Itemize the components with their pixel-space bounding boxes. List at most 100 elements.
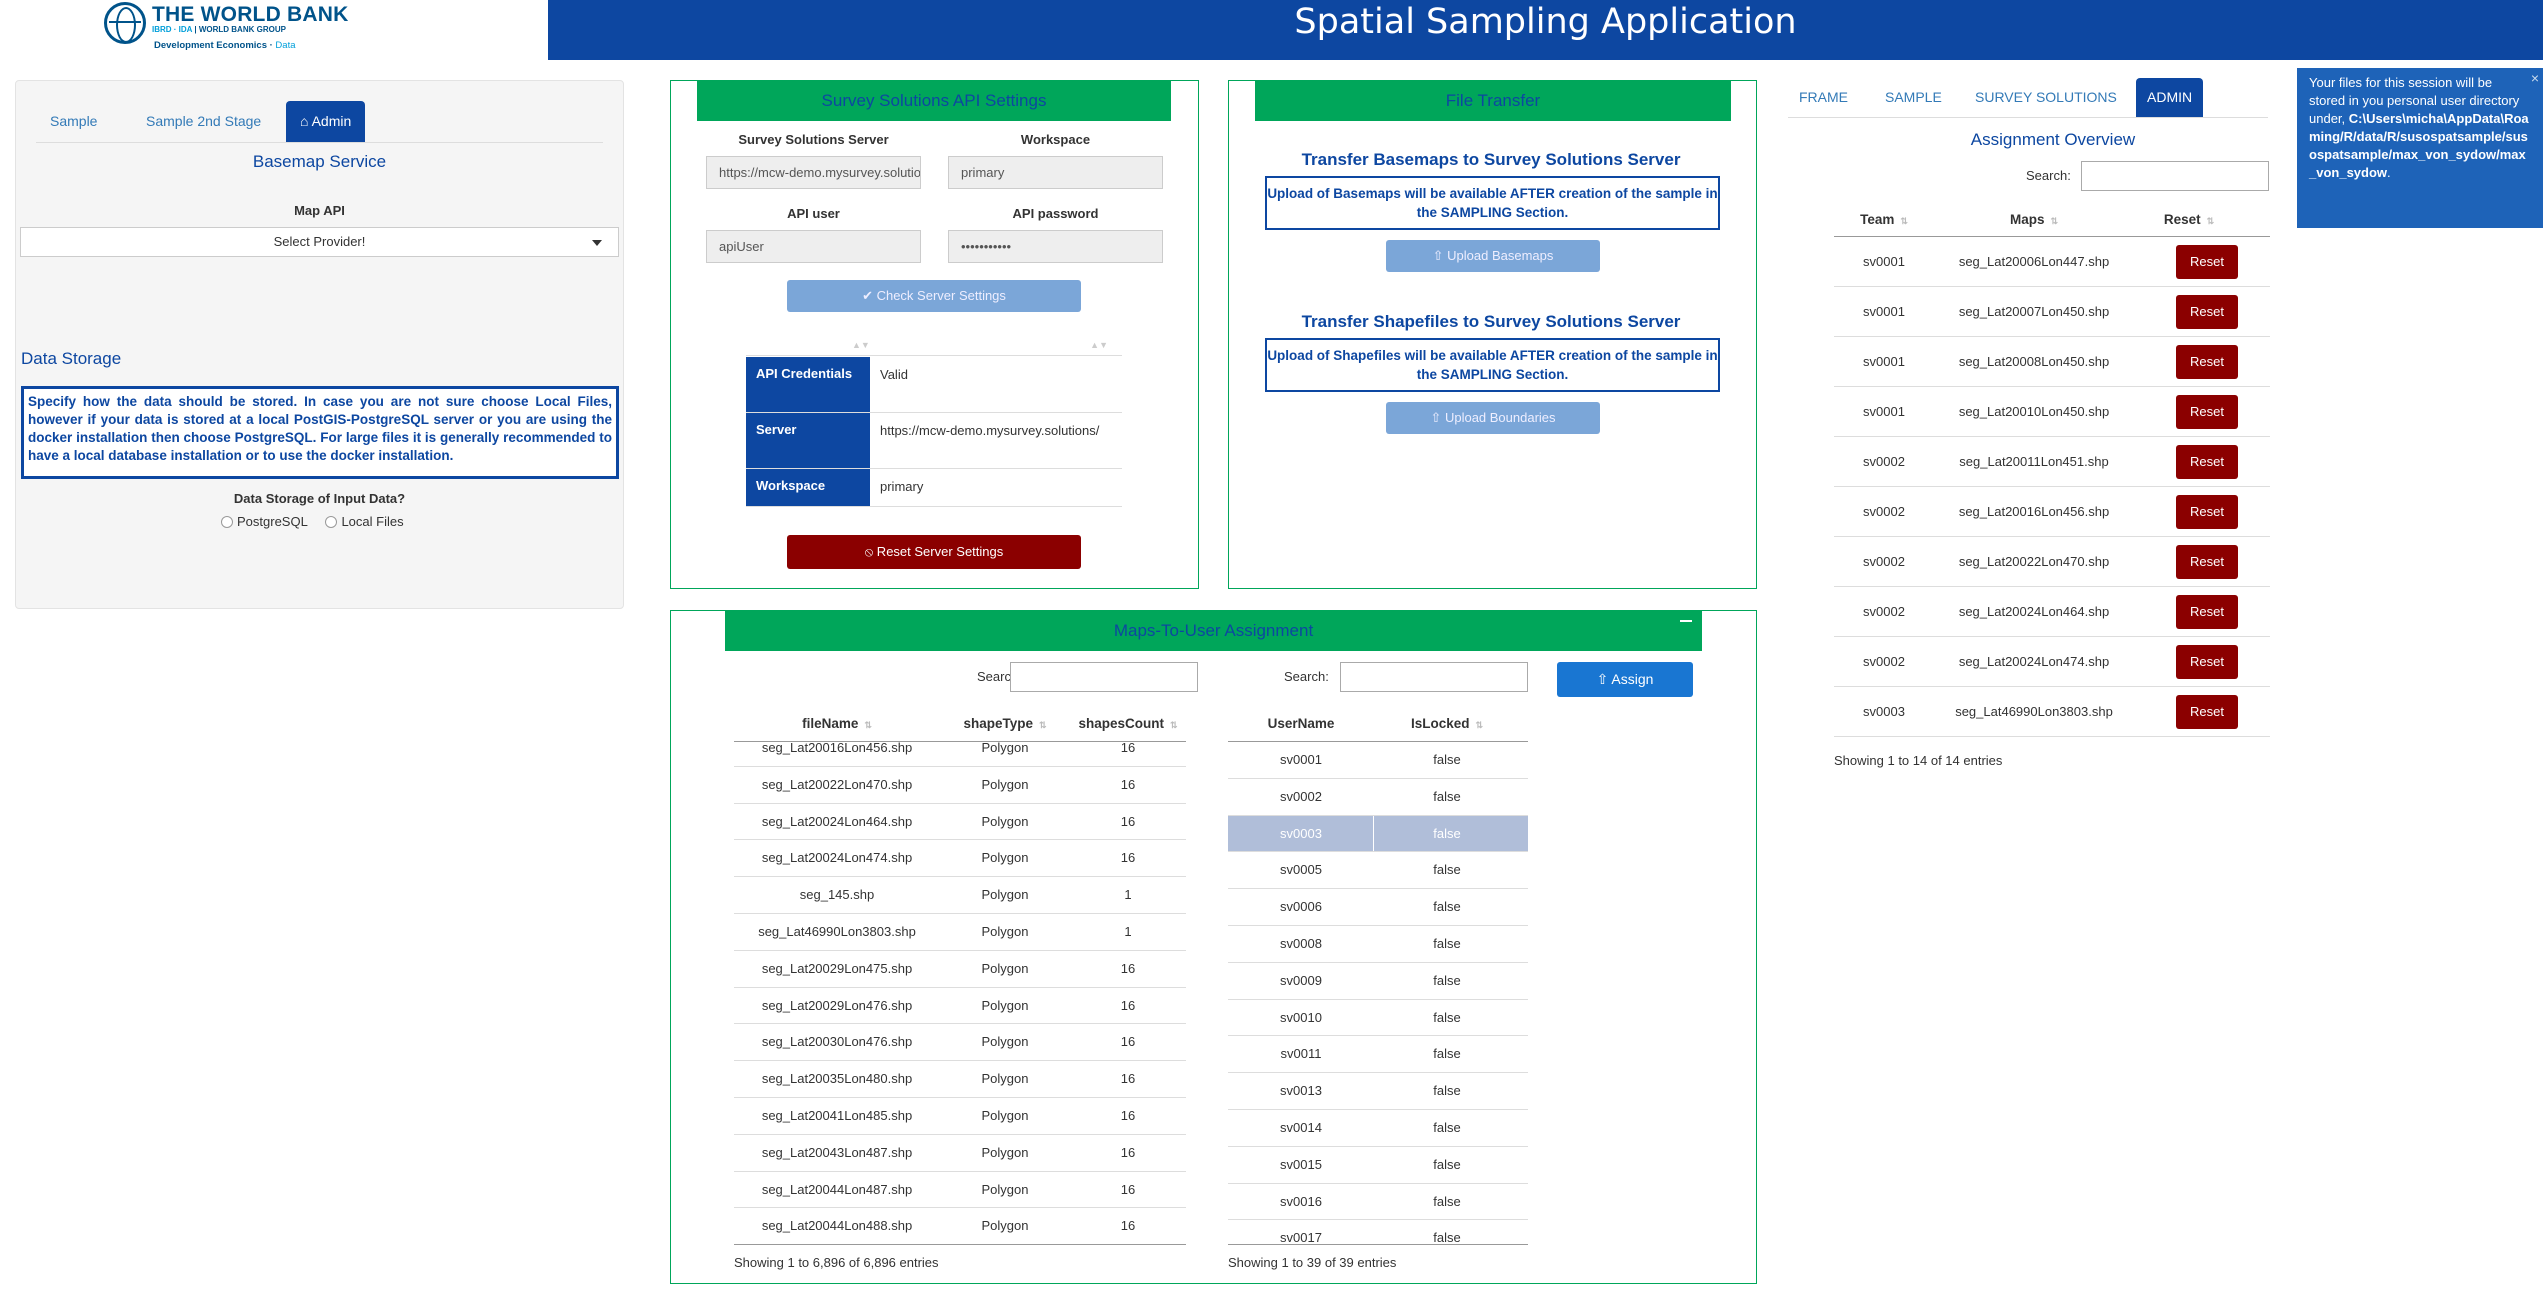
table-row[interactable]: seg_Lat20030Lon476.shp Polygon 16 — [734, 1024, 1186, 1062]
table-row[interactable]: seg_Lat20029Lon475.shp Polygon 16 — [734, 951, 1186, 988]
username-cell: sv0006 — [1280, 899, 1322, 915]
workspace-input[interactable]: primary — [948, 156, 1163, 189]
table-row: sv0003 seg_Lat46990Lon3803.shp Reset — [1834, 687, 2270, 737]
collapse-icon[interactable] — [1680, 620, 1692, 622]
team-cell: sv0001 — [1863, 304, 1905, 319]
maps-search-input[interactable] — [1010, 662, 1198, 692]
col-islocked[interactable]: IsLocked ⇅ — [1374, 716, 1520, 731]
table-row[interactable]: sv0001 false — [1228, 742, 1528, 779]
tab-admin[interactable]: ⌂ Admin — [286, 101, 366, 142]
users-table-body: sv0001 false sv0002 false sv0003 false sv0005 f… — [1228, 742, 1528, 1244]
table-row[interactable]: seg_Lat20022Lon470.shp Polygon 16 — [734, 767, 1186, 804]
table-row[interactable]: seg_Lat20035Lon480.shp Polygon 16 — [734, 1061, 1186, 1098]
reset-assignment-button[interactable]: Reset — [2176, 645, 2238, 679]
reset-assignment-button[interactable]: Reset — [2176, 395, 2238, 429]
radio-postgresql[interactable]: PostgreSQL — [221, 514, 308, 529]
reset-assignment-button[interactable]: Reset — [2176, 595, 2238, 629]
col-shapetype[interactable]: shapeType ⇅ — [940, 716, 1070, 731]
shapescount-cell: 16 — [1120, 813, 1136, 829]
table-row[interactable]: sv0008 false — [1228, 926, 1528, 963]
table-row[interactable]: sv0011 false — [1228, 1036, 1528, 1074]
filename-cell: seg_Lat20024Lon474.shp — [761, 850, 913, 866]
radio-local-files[interactable]: Local Files — [325, 514, 404, 529]
table-row[interactable]: seg_Lat20041Lon485.shp Polygon 16 — [734, 1098, 1186, 1135]
credentials-row: API Credentials Valid — [746, 357, 1122, 413]
shapetype-cell: Polygon — [981, 887, 1029, 903]
file-transfer-title: File Transfer — [1255, 80, 1731, 121]
reset-assignment-button[interactable]: Reset — [2176, 245, 2238, 279]
logo-subtitle: IBRD · IDA | WORLD BANK GROUP — [152, 25, 286, 34]
api-user-input[interactable]: apiUser — [706, 230, 921, 263]
reset-assignment-button[interactable]: Reset — [2176, 495, 2238, 529]
tab-sample[interactable]: Sample — [36, 101, 111, 142]
tab-admin-upper[interactable]: ADMIN — [2136, 78, 2204, 117]
server-input[interactable]: https://mcw-demo.mysurvey.solutions/ — [706, 156, 921, 189]
credentials-value: Valid — [880, 367, 908, 382]
table-row[interactable]: seg_Lat20029Lon476.shp Polygon 16 — [734, 988, 1186, 1025]
table-row[interactable]: sv0005 false — [1228, 852, 1528, 890]
team-cell: sv0002 — [1863, 504, 1905, 519]
tab-survey-solutions[interactable]: SURVEY SOLUTIONS — [1964, 78, 2128, 117]
col-team[interactable]: Team ⇅ — [1834, 212, 1934, 227]
shapescount-cell: 16 — [1120, 776, 1136, 792]
reset-assignment-button[interactable]: Reset — [2176, 545, 2238, 579]
reset-assignment-button[interactable]: Reset — [2176, 345, 2238, 379]
workspace-row: Workspace primary — [746, 469, 1122, 507]
basemaps-note: Upload of Basemaps will be available AFT… — [1265, 176, 1720, 230]
table-row[interactable]: sv0002 false — [1228, 779, 1528, 816]
col-filename[interactable]: fileName ⇅ — [734, 716, 940, 731]
islocked-cell: false — [1433, 752, 1461, 767]
shapetype-cell: Polygon — [981, 960, 1029, 976]
users-table-info: Showing 1 to 39 of 39 entries — [1228, 1255, 1397, 1270]
table-row[interactable]: seg_145.shp Polygon 1 — [734, 877, 1186, 914]
reset-assignment-button[interactable]: Reset — [2176, 295, 2238, 329]
api-password-input[interactable]: ••••••••••• — [948, 230, 1163, 263]
table-row[interactable]: sv0003 false — [1228, 815, 1528, 853]
table-row[interactable]: sv0014 false — [1228, 1110, 1528, 1147]
table-row[interactable]: sv0015 false — [1228, 1147, 1528, 1184]
upload-boundaries-button[interactable]: ⇧ Upload Boundaries — [1386, 402, 1600, 434]
upload-basemaps-button[interactable]: ⇧ Upload Basemaps — [1386, 240, 1600, 272]
table-row[interactable]: seg_Lat46990Lon3803.shp Polygon 1 — [734, 914, 1186, 951]
shapescount-cell: 16 — [1120, 742, 1136, 755]
table-row[interactable]: sv0017 false — [1228, 1220, 1528, 1244]
check-server-settings-button[interactable]: ✔ Check Server Settings — [787, 280, 1081, 312]
col-shapescount[interactable]: shapesCount ⇅ — [1070, 716, 1186, 731]
reset-assignment-button[interactable]: Reset — [2176, 445, 2238, 479]
islocked-cell: false — [1433, 1119, 1461, 1135]
reset-assignment-button[interactable]: Reset — [2176, 695, 2238, 729]
tab-sample-upper[interactable]: SAMPLE — [1874, 78, 1953, 117]
tab-sample-2nd-stage[interactable]: Sample 2nd Stage — [132, 101, 275, 142]
table-row[interactable]: seg_Lat20024Lon464.shp Polygon 16 — [734, 804, 1186, 841]
map-api-select[interactable]: Select Provider! — [20, 227, 619, 257]
table-row[interactable]: sv0010 false — [1228, 1000, 1528, 1037]
shapetype-cell: Polygon — [981, 1107, 1029, 1123]
table-row[interactable]: seg_Lat20043Lon487.shp Polygon 16 — [734, 1135, 1186, 1172]
islocked-cell: false — [1433, 825, 1461, 841]
table-row[interactable]: sv0016 false — [1228, 1184, 1528, 1221]
table-row[interactable]: sv0009 false — [1228, 963, 1528, 1000]
reset-server-settings-button[interactable]: ⦸ Reset Server Settings — [787, 535, 1081, 569]
col-reset[interactable]: Reset ⇅ — [2134, 212, 2244, 227]
table-row[interactable]: seg_Lat20016Lon456.shp Polygon 16 — [734, 742, 1186, 767]
credentials-key: API Credentials — [746, 357, 870, 412]
table-row: sv0001 seg_Lat20010Lon450.shp Reset — [1834, 387, 2270, 437]
briefcase-icon: ⌂ — [300, 113, 312, 129]
table-row[interactable]: sv0013 false — [1228, 1073, 1528, 1110]
table-row[interactable]: seg_Lat20024Lon474.shp Polygon 16 — [734, 840, 1186, 878]
left-sidebar-panel: Sample Sample 2nd Stage ⌂ Admin Basemap … — [15, 80, 624, 609]
table-row[interactable]: seg_Lat20044Lon487.shp Polygon 16 — [734, 1172, 1186, 1209]
table-row[interactable]: sv0006 false — [1228, 889, 1528, 926]
tab-frame[interactable]: FRAME — [1788, 78, 1859, 117]
assign-button[interactable]: ⇧ Assign — [1557, 662, 1693, 697]
overview-search-input[interactable] — [2081, 161, 2269, 191]
shapescount-cell: 16 — [1120, 850, 1136, 866]
col-username[interactable]: UserName — [1228, 716, 1374, 731]
table-row: sv0002 seg_Lat20016Lon456.shp Reset — [1834, 487, 2270, 537]
filename-cell: seg_Lat20022Lon470.shp — [761, 776, 913, 792]
islocked-cell: false — [1433, 862, 1461, 878]
users-search-input[interactable] — [1340, 662, 1528, 692]
close-icon[interactable]: × — [2531, 69, 2539, 87]
table-row[interactable]: seg_Lat20044Lon488.shp Polygon 16 — [734, 1208, 1186, 1244]
col-maps[interactable]: Maps ⇅ — [1934, 212, 2134, 227]
